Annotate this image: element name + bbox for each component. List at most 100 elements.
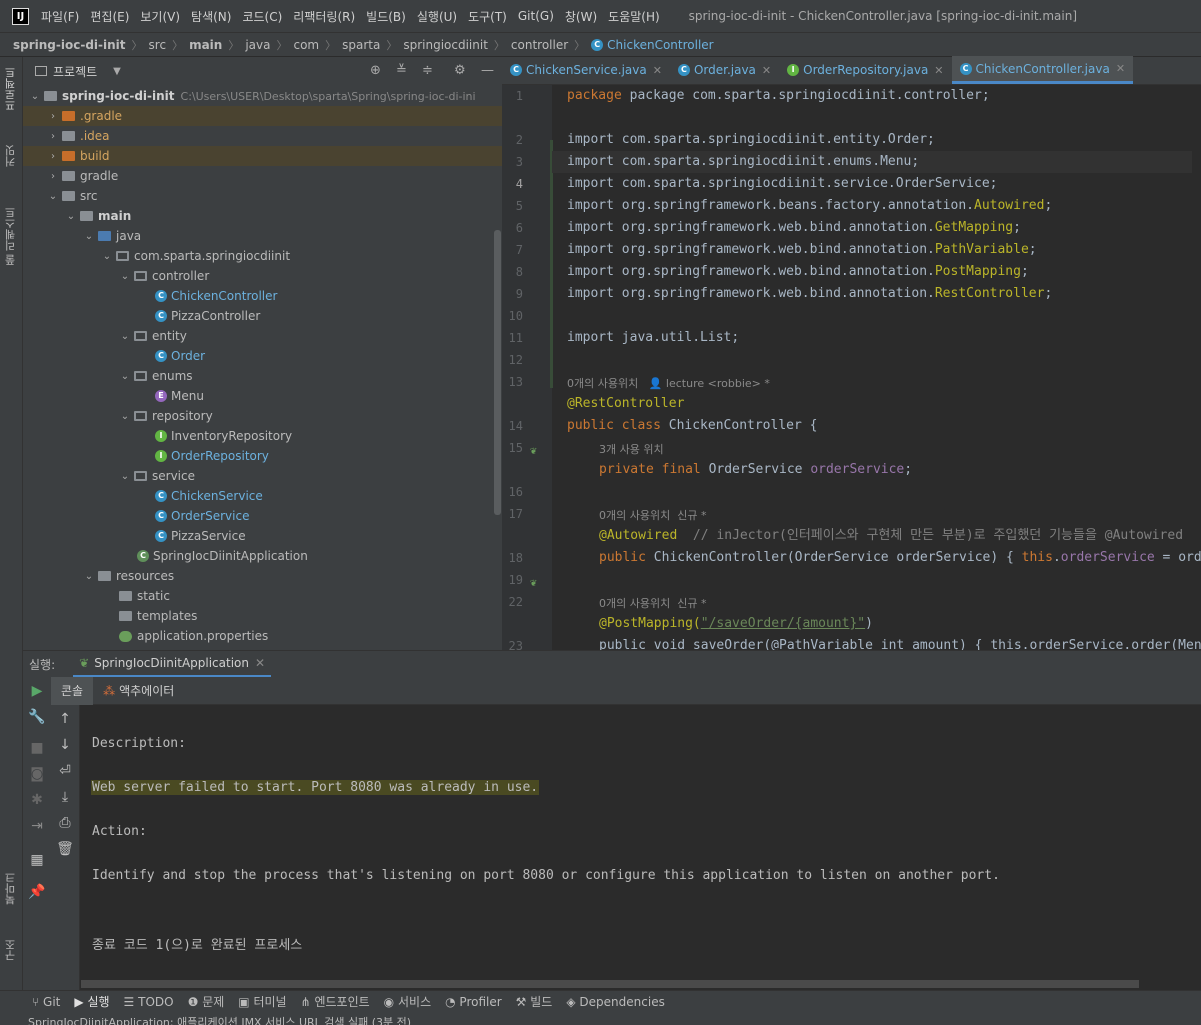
usage-hint[interactable]: 0개의 사용위치 👤 lecture <robbie> * <box>567 375 770 391</box>
crumb-sparta[interactable]: sparta <box>342 38 380 52</box>
tool-git[interactable]: ⑂ Git <box>32 995 60 1009</box>
tab-chicken-controller[interactable]: C ChickenController.java ✕ <box>951 56 1134 84</box>
code-area[interactable]: package package com.sparta.springiocdiin… <box>552 85 1201 650</box>
menu-run[interactable]: 실행(U) <box>417 8 457 25</box>
tool-profiler[interactable]: ◔ Profiler <box>445 995 502 1009</box>
crumb-com[interactable]: com <box>293 38 319 52</box>
tree-item-repository[interactable]: ⌄ repository <box>23 406 502 426</box>
menu-git[interactable]: Git(G) <box>518 9 554 23</box>
tree-item-order[interactable]: C Order <box>23 346 502 366</box>
tool-services[interactable]: ◉ 서비스 <box>384 993 431 1010</box>
usage-hint[interactable]: 0개의 사용위치 신규 * <box>599 507 706 523</box>
project-scrollbar[interactable] <box>494 230 501 515</box>
project-panel-title[interactable]: 프로젝트 <box>53 63 97 80</box>
chevron-down-icon[interactable]: ⌄ <box>83 231 95 242</box>
tool-todo[interactable]: ☰ TODO <box>124 995 174 1009</box>
print-icon[interactable]: ⎙ <box>55 815 75 831</box>
pin-icon[interactable]: 📌 <box>27 884 47 900</box>
crumb-src[interactable]: src <box>149 38 167 52</box>
tool-endpoints[interactable]: ⋔ 엔드포인트 <box>301 993 370 1010</box>
chevron-right-icon[interactable]: › <box>47 171 59 182</box>
tree-item-order-service[interactable]: C OrderService <box>23 506 502 526</box>
tab-order[interactable]: C Order.java ✕ <box>670 56 779 84</box>
chevron-down-icon[interactable]: ⌄ <box>119 331 131 342</box>
usage-hint[interactable]: 3개 사용 위치 <box>599 441 664 457</box>
menu-window[interactable]: 창(W) <box>565 8 597 25</box>
debug-icon[interactable]: ✱ <box>27 792 47 808</box>
tree-item-pizza-service[interactable]: C PizzaService <box>23 526 502 546</box>
usage-hint[interactable]: 0개의 사용위치 신규 * <box>599 595 706 611</box>
tool-commit[interactable]: 커밋 <box>3 145 19 167</box>
bean-gutter-icon[interactable]: ❦ <box>530 576 544 590</box>
close-icon[interactable]: ✕ <box>653 64 662 77</box>
tab-actuator[interactable]: ⁂ 액추에이터 <box>93 677 184 705</box>
crumb-controller[interactable]: controller <box>511 38 568 52</box>
status-message[interactable]: SpringIocDiinitApplication: 애플리케이션 JMX 서… <box>28 1016 411 1025</box>
menu-edit[interactable]: 편집(E) <box>90 8 129 25</box>
crumb-package[interactable]: springiocdiinit <box>403 38 488 52</box>
menu-file[interactable]: 파일(F) <box>41 8 79 25</box>
tab-chicken-service[interactable]: C ChickenService.java ✕ <box>502 56 670 84</box>
console-hscrollbar[interactable] <box>81 980 1139 988</box>
tab-console[interactable]: 콘솔 <box>51 676 94 705</box>
tree-root[interactable]: ⌄ spring-ioc-di-init C:\Users\USER\Deskt… <box>23 86 502 106</box>
chevron-down-icon[interactable]: ⌄ <box>83 571 95 582</box>
crumb-project[interactable]: spring-ioc-di-init <box>13 38 126 52</box>
minimize-icon[interactable]: — <box>481 63 494 78</box>
tool-pull-requests[interactable]: 풀 리퀘스트 <box>3 207 19 266</box>
chevron-right-icon[interactable]: › <box>47 111 59 122</box>
menu-view[interactable]: 보기(V) <box>140 8 180 25</box>
close-icon[interactable]: ✕ <box>762 64 771 77</box>
tree-item-entity[interactable]: ⌄ entity <box>23 326 502 346</box>
tree-item-chicken-controller[interactable]: C ChickenController <box>23 286 502 306</box>
tree-item-order-repository[interactable]: I OrderRepository <box>23 446 502 466</box>
stop-icon[interactable]: ■ <box>27 740 47 756</box>
arrow-up-icon[interactable]: ↑ <box>55 711 75 727</box>
menu-navigate[interactable]: 탐색(N) <box>191 8 231 25</box>
expand-all-icon[interactable]: ≚ <box>396 63 407 78</box>
arrow-down-icon[interactable]: ↓ <box>55 737 75 753</box>
intellij-logo[interactable]: IJ <box>12 7 29 25</box>
tree-item-application-properties[interactable]: application.properties <box>23 626 502 646</box>
chevron-down-icon[interactable]: ⌄ <box>119 271 131 282</box>
tool-problems[interactable]: ❶ 문제 <box>188 993 225 1010</box>
scroll-to-end-icon[interactable]: ⤓ <box>55 789 75 805</box>
tool-terminal[interactable]: ▣ 터미널 <box>238 993 286 1010</box>
trash-icon[interactable]: 🗑 <box>55 841 75 857</box>
tree-item-menu[interactable]: E Menu <box>23 386 502 406</box>
tree-item-java[interactable]: ⌄ java <box>23 226 502 246</box>
tree-item-build[interactable]: › build <box>23 146 502 166</box>
chevron-down-icon[interactable]: ⌄ <box>65 211 77 222</box>
tool-structure[interactable]: 구조 <box>3 939 19 961</box>
menu-tools[interactable]: 도구(T) <box>468 8 507 25</box>
collapse-all-icon[interactable]: ≑ <box>422 63 433 78</box>
crumb-java[interactable]: java <box>245 38 270 52</box>
crumb-class[interactable]: ChickenController <box>607 38 713 52</box>
tree-item-base-package[interactable]: ⌄ com.sparta.springiocdiinit <box>23 246 502 266</box>
tree-item-controller[interactable]: ⌄ controller <box>23 266 502 286</box>
locate-icon[interactable]: ⊕ <box>370 63 381 78</box>
tree-item-gradle-cache[interactable]: › .gradle <box>23 106 502 126</box>
chevron-right-icon[interactable]: › <box>47 151 59 162</box>
chevron-down-icon[interactable]: ⌄ <box>119 411 131 422</box>
tree-item-resources[interactable]: ⌄ resources <box>23 566 502 586</box>
close-icon[interactable]: ✕ <box>1116 62 1125 75</box>
tool-run[interactable]: ▶ 실행 <box>74 993 109 1010</box>
exit-icon[interactable]: ⇥ <box>27 818 47 834</box>
soft-wrap-icon[interactable]: ⏎ <box>55 763 75 779</box>
chevron-down-icon[interactable]: ⌄ <box>101 251 113 262</box>
tree-item-static[interactable]: static <box>23 586 502 606</box>
tree-item-main[interactable]: ⌄ main <box>23 206 502 226</box>
tool-dependencies[interactable]: ◈ Dependencies <box>566 995 664 1009</box>
tree-item-chicken-service[interactable]: C ChickenService <box>23 486 502 506</box>
tree-item-enums[interactable]: ⌄ enums <box>23 366 502 386</box>
tree-item-service[interactable]: ⌄ service <box>23 466 502 486</box>
camera-icon[interactable]: ◙ <box>27 766 47 782</box>
menu-build[interactable]: 빌드(B) <box>366 8 406 25</box>
tree-item-templates[interactable]: templates <box>23 606 502 626</box>
chevron-right-icon[interactable]: › <box>47 131 59 142</box>
tree-item-idea[interactable]: › .idea <box>23 126 502 146</box>
console-output[interactable]: Description: Web server failed to start.… <box>81 705 1201 990</box>
wrench-icon[interactable]: 🔧 <box>27 709 47 725</box>
run-tab[interactable]: ❦ SpringIocDiinitApplication ✕ <box>73 651 272 678</box>
